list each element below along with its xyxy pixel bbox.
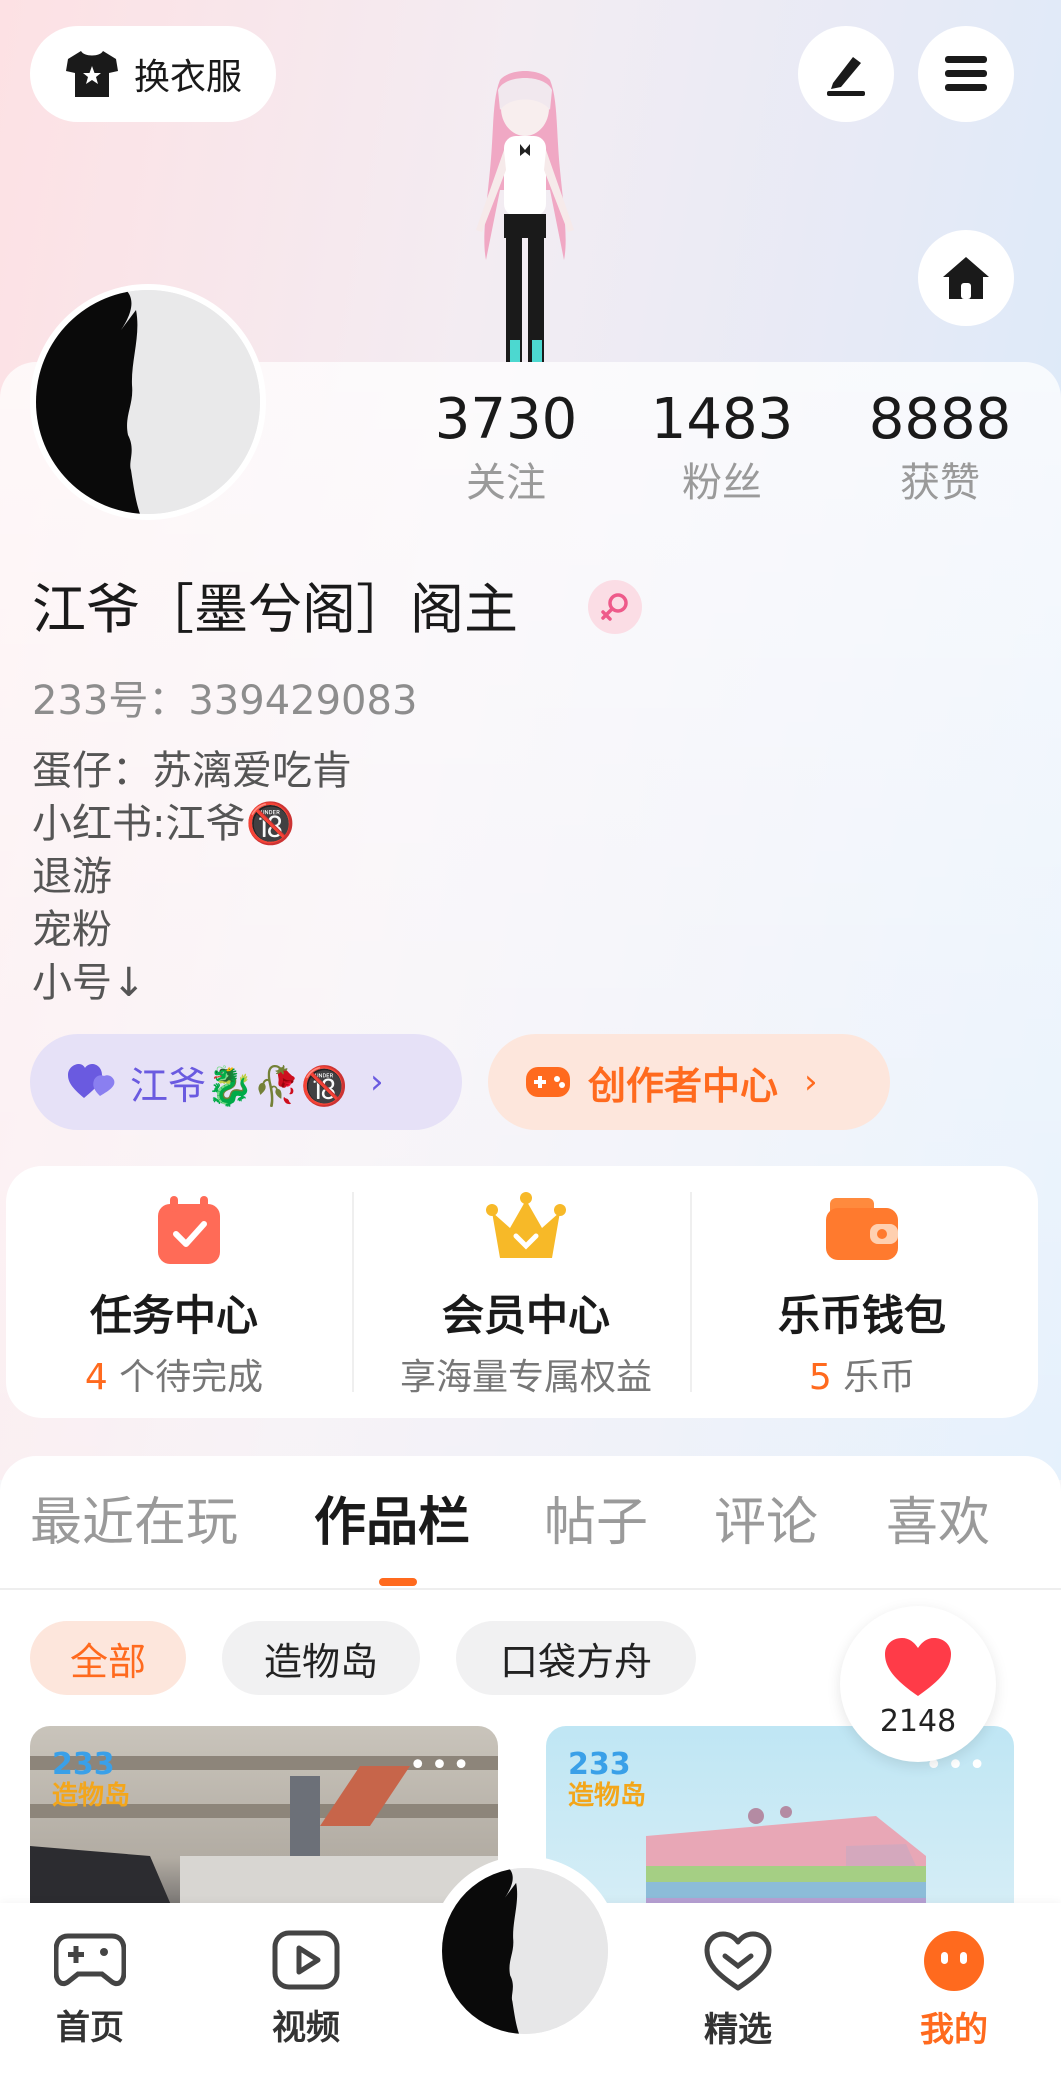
nav-video-label: 视频: [272, 2008, 340, 2048]
avatar-silhouette: [442, 1868, 608, 2034]
zaowudao-badge: 233 造物岛: [568, 1747, 647, 1812]
female-icon: [588, 580, 642, 634]
group-label: 江爷🐉🥀🔞: [130, 1063, 348, 1108]
services-card: 任务中心 4 个待完成 会员中心 享海量专属权益 乐币钱包 5 乐币: [6, 1166, 1038, 1418]
change-outfit-button[interactable]: 换衣服: [30, 26, 276, 122]
stat-fans[interactable]: 1483 粉丝: [622, 385, 822, 511]
stat-fans-value: 1483: [650, 387, 794, 452]
chip-all[interactable]: 全部: [30, 1621, 186, 1695]
bio: 蛋仔：苏漓爱吃肯 小红书:江爷🔞 退游 宠粉 小号↓: [32, 745, 352, 1010]
bio-line: 小号↓: [32, 960, 146, 1006]
task-center-title: 任务中心: [89, 1291, 258, 1340]
avatar-character[interactable]: [440, 70, 610, 362]
member-center-button[interactable]: 会员中心 享海量专属权益: [358, 1166, 694, 1418]
member-center-title: 会员中心: [441, 1291, 610, 1340]
like-count: 2148: [879, 1704, 957, 1739]
creator-center-pill[interactable]: 创作者中心 ›: [488, 1034, 890, 1130]
nav-featured-label: 精选: [704, 2010, 772, 2050]
task-center-sub: 4 个待完成: [84, 1357, 264, 1398]
chevron-right-icon: ›: [804, 1062, 818, 1102]
zaowudao-badge: 233 造物岛: [52, 1747, 131, 1812]
wallet-sub: 5 乐币: [808, 1357, 916, 1398]
bio-line: 退游: [32, 854, 112, 900]
wallet-icon: [826, 1198, 898, 1260]
menu-icon: [945, 56, 987, 91]
video-play-icon: [272, 1930, 340, 1990]
wallet-button[interactable]: 乐币钱包 5 乐币: [694, 1166, 1030, 1418]
tab-likes[interactable]: 喜欢: [886, 1488, 990, 1558]
bio-line: 小红书:江爷🔞: [32, 801, 296, 847]
stat-likes-label: 获赞: [900, 460, 980, 506]
shirt-icon: [65, 51, 118, 97]
more-icon[interactable]: •••: [409, 1748, 474, 1783]
creator-center-label: 创作者中心: [588, 1063, 779, 1108]
gamepad-icon: [526, 1067, 570, 1097]
divider: [352, 1192, 354, 1392]
user-avatar[interactable]: [30, 284, 266, 520]
chip-zaowudao[interactable]: 造物岛: [222, 1621, 420, 1695]
stat-likes[interactable]: 8888 获赞: [840, 385, 1040, 511]
home-button[interactable]: [918, 230, 1014, 326]
divider: [690, 1192, 692, 1392]
member-center-sub: 享海量专属权益: [399, 1357, 652, 1398]
user-id: 233号：339429083: [32, 678, 418, 724]
heart-icon: [885, 1638, 951, 1696]
edit-button[interactable]: [798, 26, 894, 122]
wallet-title: 乐币钱包: [777, 1291, 946, 1340]
divider: [0, 1588, 1061, 1590]
stat-following-label: 关注: [466, 460, 546, 506]
tab-works[interactable]: 作品栏: [314, 1488, 470, 1558]
tab-comments[interactable]: 评论: [714, 1488, 818, 1558]
group-pill[interactable]: 江爷🐉🥀🔞 ›: [30, 1034, 462, 1130]
calendar-check-icon: [158, 1196, 220, 1264]
tab-recent[interactable]: 最近在玩: [30, 1488, 238, 1558]
bio-line: 蛋仔：苏漓爱吃肯: [32, 748, 352, 794]
menu-button[interactable]: [918, 26, 1014, 122]
house-icon: [943, 257, 989, 299]
nav-home[interactable]: 首页: [20, 1930, 160, 2049]
stat-fans-label: 粉丝: [682, 460, 762, 506]
stat-following-value: 3730: [434, 387, 578, 452]
username: 江爷［墨兮阁］阁主: [32, 578, 518, 641]
nav-home-label: 首页: [56, 2008, 124, 2048]
profile-blob-icon: [924, 1931, 984, 1991]
nav-me[interactable]: 我的: [884, 1930, 1024, 2051]
tab-indicator: [379, 1578, 417, 1586]
stat-following[interactable]: 3730 关注: [406, 385, 606, 511]
nav-me-label: 我的: [920, 2010, 988, 2050]
stat-likes-value: 8888: [868, 387, 1012, 452]
like-button[interactable]: 2148: [840, 1606, 996, 1762]
change-outfit-label: 换衣服: [133, 57, 242, 98]
gamepad-icon: [53, 1933, 127, 1987]
heart-chat-icon: [704, 1931, 772, 1991]
avatar-silhouette: [36, 290, 260, 514]
chip-pocket-ark[interactable]: 口袋方舟: [456, 1621, 696, 1695]
nav-featured[interactable]: 精选: [668, 1930, 808, 2051]
chevron-right-icon: ›: [369, 1062, 384, 1102]
tab-posts[interactable]: 帖子: [544, 1488, 648, 1558]
bio-line: 宠粉: [32, 907, 112, 953]
crown-icon: [486, 1192, 566, 1258]
task-center-button[interactable]: 任务中心 4 个待完成: [6, 1166, 342, 1418]
center-avatar-button[interactable]: [430, 1856, 620, 2046]
hearts-icon: [68, 1064, 115, 1098]
pencil-icon: [827, 57, 865, 96]
nav-video[interactable]: 视频: [236, 1930, 376, 2049]
